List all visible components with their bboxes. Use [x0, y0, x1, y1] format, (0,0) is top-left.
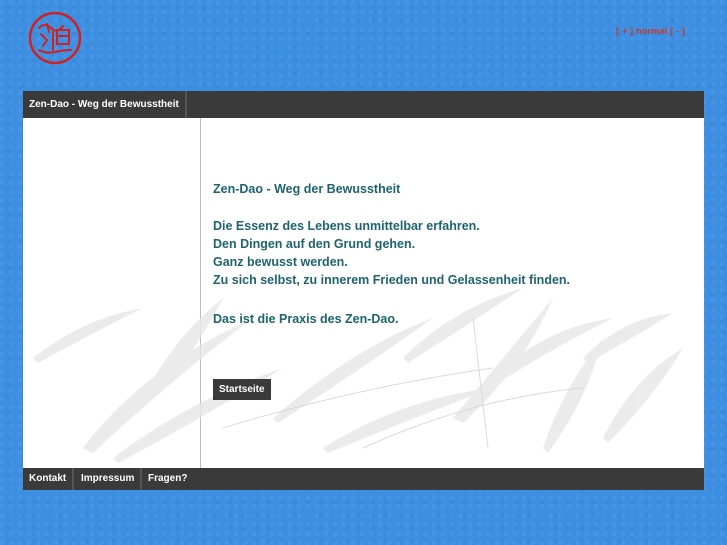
page-headline: Zen-Dao - Weg der Bewusstheit [213, 182, 401, 196]
footer-bar: Kontakt Impressum Fragen? [23, 468, 704, 490]
site-title-tab[interactable]: Zen-Dao - Weg der Bewusstheit [23, 91, 187, 118]
intro-line: Ganz bewusst werden. [213, 255, 348, 269]
main-content: Zen-Dao - Weg der Bewusstheit Die Essenz… [213, 182, 683, 326]
font-size-decrease-link[interactable]: [ - ] [670, 26, 685, 36]
sidebar [23, 118, 201, 468]
footer-link-contact[interactable]: Kontakt [23, 468, 75, 490]
main-frame: Zen-Dao - Weg der Bewusstheit Zen-Dao - … [23, 91, 704, 490]
font-size-increase-link[interactable]: [ + ] [616, 26, 633, 36]
start-page-button[interactable]: Startseite [213, 379, 271, 400]
top-navigation-bar: Zen-Dao - Weg der Bewusstheit [23, 91, 704, 118]
intro-line: Den Dingen auf den Grund gehen. [213, 237, 416, 251]
footer-link-imprint[interactable]: Impressum [75, 468, 143, 490]
intro-lines: Die Essenz des Lebens unmittelbar erfahr… [213, 219, 683, 287]
red-seal-logo-icon [28, 11, 82, 65]
font-size-normal-link[interactable]: normal [636, 26, 667, 36]
font-size-controls: [ + ] normal [ - ] [616, 26, 685, 36]
practice-statement: Das ist die Praxis des Zen-Dao. [213, 312, 399, 326]
intro-line: Zu sich selbst, zu innerem Frieden und G… [213, 273, 571, 287]
intro-line: Die Essenz des Lebens unmittelbar erfahr… [213, 219, 480, 233]
footer-link-questions[interactable]: Fragen? [142, 468, 193, 490]
